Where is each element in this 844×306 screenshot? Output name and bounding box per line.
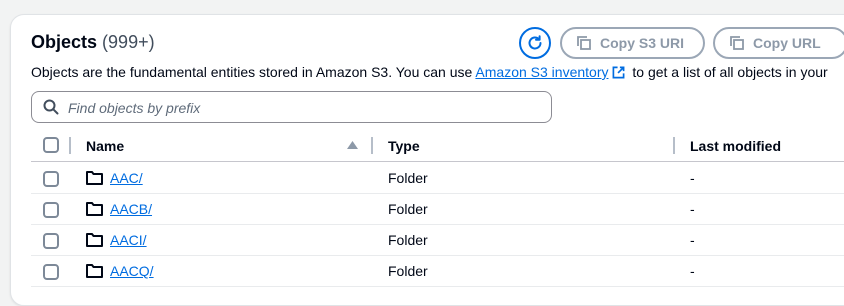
column-header-last-modified[interactable]: Last modified (690, 138, 781, 154)
object-type: Folder (388, 263, 428, 279)
table-row: AACI/ Folder - (31, 224, 844, 256)
copy-url-button[interactable]: Copy URL (713, 27, 844, 59)
description-text-after: to get a list of all objects in your (628, 64, 828, 80)
sort-ascending-icon[interactable] (347, 141, 358, 149)
search-icon (43, 99, 59, 115)
object-name-link[interactable]: AAC/ (110, 170, 143, 186)
copy-url-label: Copy URL (753, 35, 821, 51)
table-row: AACQ/ Folder - (31, 255, 844, 287)
copy-icon (730, 36, 744, 50)
search-input[interactable] (66, 96, 540, 120)
object-name-link[interactable]: AACI/ (110, 232, 147, 248)
description: Objects are the fundamental entities sto… (31, 64, 828, 80)
object-type: Folder (388, 232, 428, 248)
object-last-modified: - (690, 232, 695, 248)
table-row: AAC/ Folder - (31, 162, 844, 194)
object-type: Folder (388, 170, 428, 186)
refresh-button[interactable] (519, 27, 551, 59)
search-box[interactable] (31, 91, 552, 123)
column-divider[interactable] (371, 137, 373, 154)
row-checkbox[interactable] (43, 264, 59, 280)
column-divider[interactable] (673, 137, 675, 154)
column-header-name[interactable]: Name (86, 138, 124, 154)
object-type: Folder (388, 201, 428, 217)
row-checkbox[interactable] (43, 202, 59, 218)
page-title: Objects (999+) (31, 32, 155, 53)
object-last-modified: - (690, 263, 695, 279)
folder-icon (86, 233, 103, 247)
folder-icon (86, 171, 103, 185)
refresh-icon (528, 35, 542, 50)
folder-icon (86, 264, 103, 278)
folder-icon (86, 202, 103, 216)
row-checkbox[interactable] (43, 233, 59, 249)
column-header-type[interactable]: Type (388, 138, 420, 154)
row-checkbox[interactable] (43, 171, 59, 187)
select-all-checkbox[interactable] (43, 137, 59, 153)
inventory-link[interactable]: Amazon S3 inventory (475, 64, 608, 80)
object-last-modified: - (690, 201, 695, 217)
object-count: (999+) (102, 32, 155, 52)
object-last-modified: - (690, 170, 695, 186)
table-row: AACB/ Folder - (31, 193, 844, 225)
copy-s3-uri-button[interactable]: Copy S3 URI (560, 27, 705, 59)
copy-icon (577, 36, 591, 50)
object-name-link[interactable]: AACB/ (110, 201, 152, 217)
column-divider[interactable] (69, 137, 71, 154)
description-text-before: Objects are the fundamental entities sto… (31, 64, 476, 80)
title-text: Objects (31, 32, 98, 52)
object-name-link[interactable]: AACQ/ (110, 263, 154, 279)
external-link-icon[interactable] (612, 66, 625, 79)
table-header: Name Type Last modified (31, 131, 844, 162)
copy-s3-uri-label: Copy S3 URI (600, 35, 685, 51)
